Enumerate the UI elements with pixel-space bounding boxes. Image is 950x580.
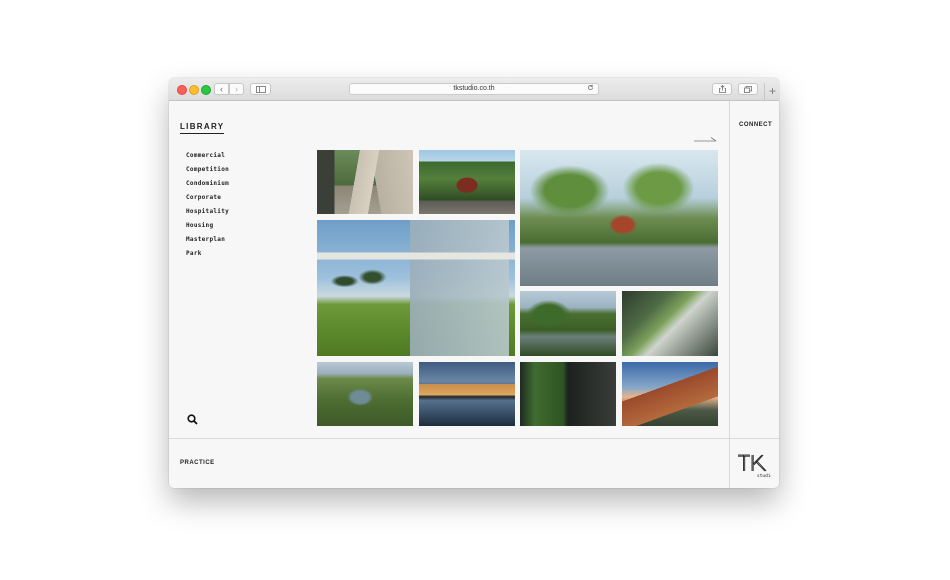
sidebar-icon (255, 85, 266, 93)
library-title[interactable]: LIBRARY (180, 122, 225, 134)
category-hospitality[interactable]: Hospitality (186, 207, 229, 221)
tk-studio-logo[interactable]: studio (737, 453, 771, 479)
practice-link[interactable]: PRACTICE (180, 460, 215, 466)
divider-vertical (729, 101, 730, 488)
divider-horizontal (169, 438, 779, 439)
web-page: LIBRARY Commercial Competition Condomini… (169, 101, 779, 488)
url-text: tkstudio.co.th (453, 85, 495, 92)
project-thumbnail[interactable] (317, 220, 515, 356)
tabs-icon (744, 85, 752, 93)
project-thumbnail[interactable] (419, 150, 515, 214)
category-housing[interactable]: Housing (186, 221, 229, 235)
zoom-window-button[interactable] (201, 85, 211, 95)
arrow-right-icon[interactable] (694, 136, 718, 144)
project-thumbnail[interactable] (622, 362, 718, 426)
category-masterplan[interactable]: Masterplan (186, 235, 229, 249)
project-thumbnail[interactable] (419, 362, 515, 426)
category-competition[interactable]: Competition (186, 165, 229, 179)
category-corporate[interactable]: Corporate (186, 193, 229, 207)
address-bar[interactable]: tkstudio.co.th (349, 83, 599, 95)
project-thumbnail[interactable] (317, 362, 413, 426)
share-icon (718, 85, 726, 93)
project-thumbnail[interactable] (520, 291, 616, 356)
category-park[interactable]: Park (186, 249, 229, 263)
logo-subtext: studio (757, 473, 771, 479)
new-tab-button[interactable]: + (764, 83, 779, 100)
show-tabs-button[interactable] (738, 83, 758, 95)
minimize-window-button[interactable] (189, 85, 199, 95)
close-window-button[interactable] (177, 85, 187, 95)
project-thumbnail[interactable] (520, 362, 616, 426)
browser-toolbar: ‹ › tkstudio.co.th + (169, 78, 779, 101)
chevron-left-icon: ‹ (220, 83, 223, 94)
forward-button[interactable]: › (229, 83, 244, 95)
project-thumbnail[interactable] (520, 150, 718, 286)
chevron-right-icon: › (235, 83, 238, 94)
reload-icon[interactable] (587, 84, 594, 94)
search-icon[interactable] (187, 414, 198, 425)
connect-link[interactable]: CONNECT (739, 122, 772, 128)
project-thumbnail[interactable] (317, 150, 413, 214)
browser-window: ‹ › tkstudio.co.th + LIBRARY Commercial … (169, 78, 779, 488)
share-button[interactable] (712, 83, 732, 95)
category-list: Commercial Competition Condominium Corpo… (186, 151, 229, 263)
category-condominium[interactable]: Condominium (186, 179, 229, 193)
back-button[interactable]: ‹ (214, 83, 229, 95)
sidebar-toggle-button[interactable] (250, 83, 271, 95)
project-thumbnail[interactable] (622, 291, 718, 356)
category-commercial[interactable]: Commercial (186, 151, 229, 165)
